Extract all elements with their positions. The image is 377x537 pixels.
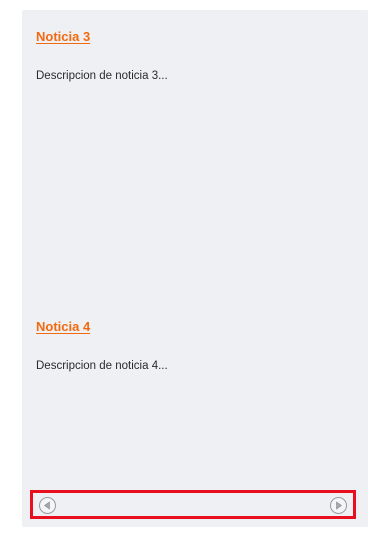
- news-scroll-navigation: [30, 490, 356, 519]
- previous-button[interactable]: [39, 497, 56, 514]
- news-title-link[interactable]: Noticia 3: [36, 29, 90, 44]
- news-item: Noticia 3 Descripcion de noticia 3...: [36, 28, 346, 82]
- news-panel: Noticia 3 Descripcion de noticia 3... No…: [22, 10, 368, 527]
- news-description: Descripcion de noticia 3...: [36, 70, 168, 82]
- news-description: Descripcion de noticia 4...: [36, 360, 168, 372]
- arrow-right-circle-icon: [336, 501, 343, 510]
- arrow-left-circle-icon: [43, 501, 50, 510]
- news-item: Noticia 4 Descripcion de noticia 4...: [36, 318, 346, 372]
- next-button[interactable]: [330, 497, 347, 514]
- news-title-link[interactable]: Noticia 4: [36, 319, 90, 334]
